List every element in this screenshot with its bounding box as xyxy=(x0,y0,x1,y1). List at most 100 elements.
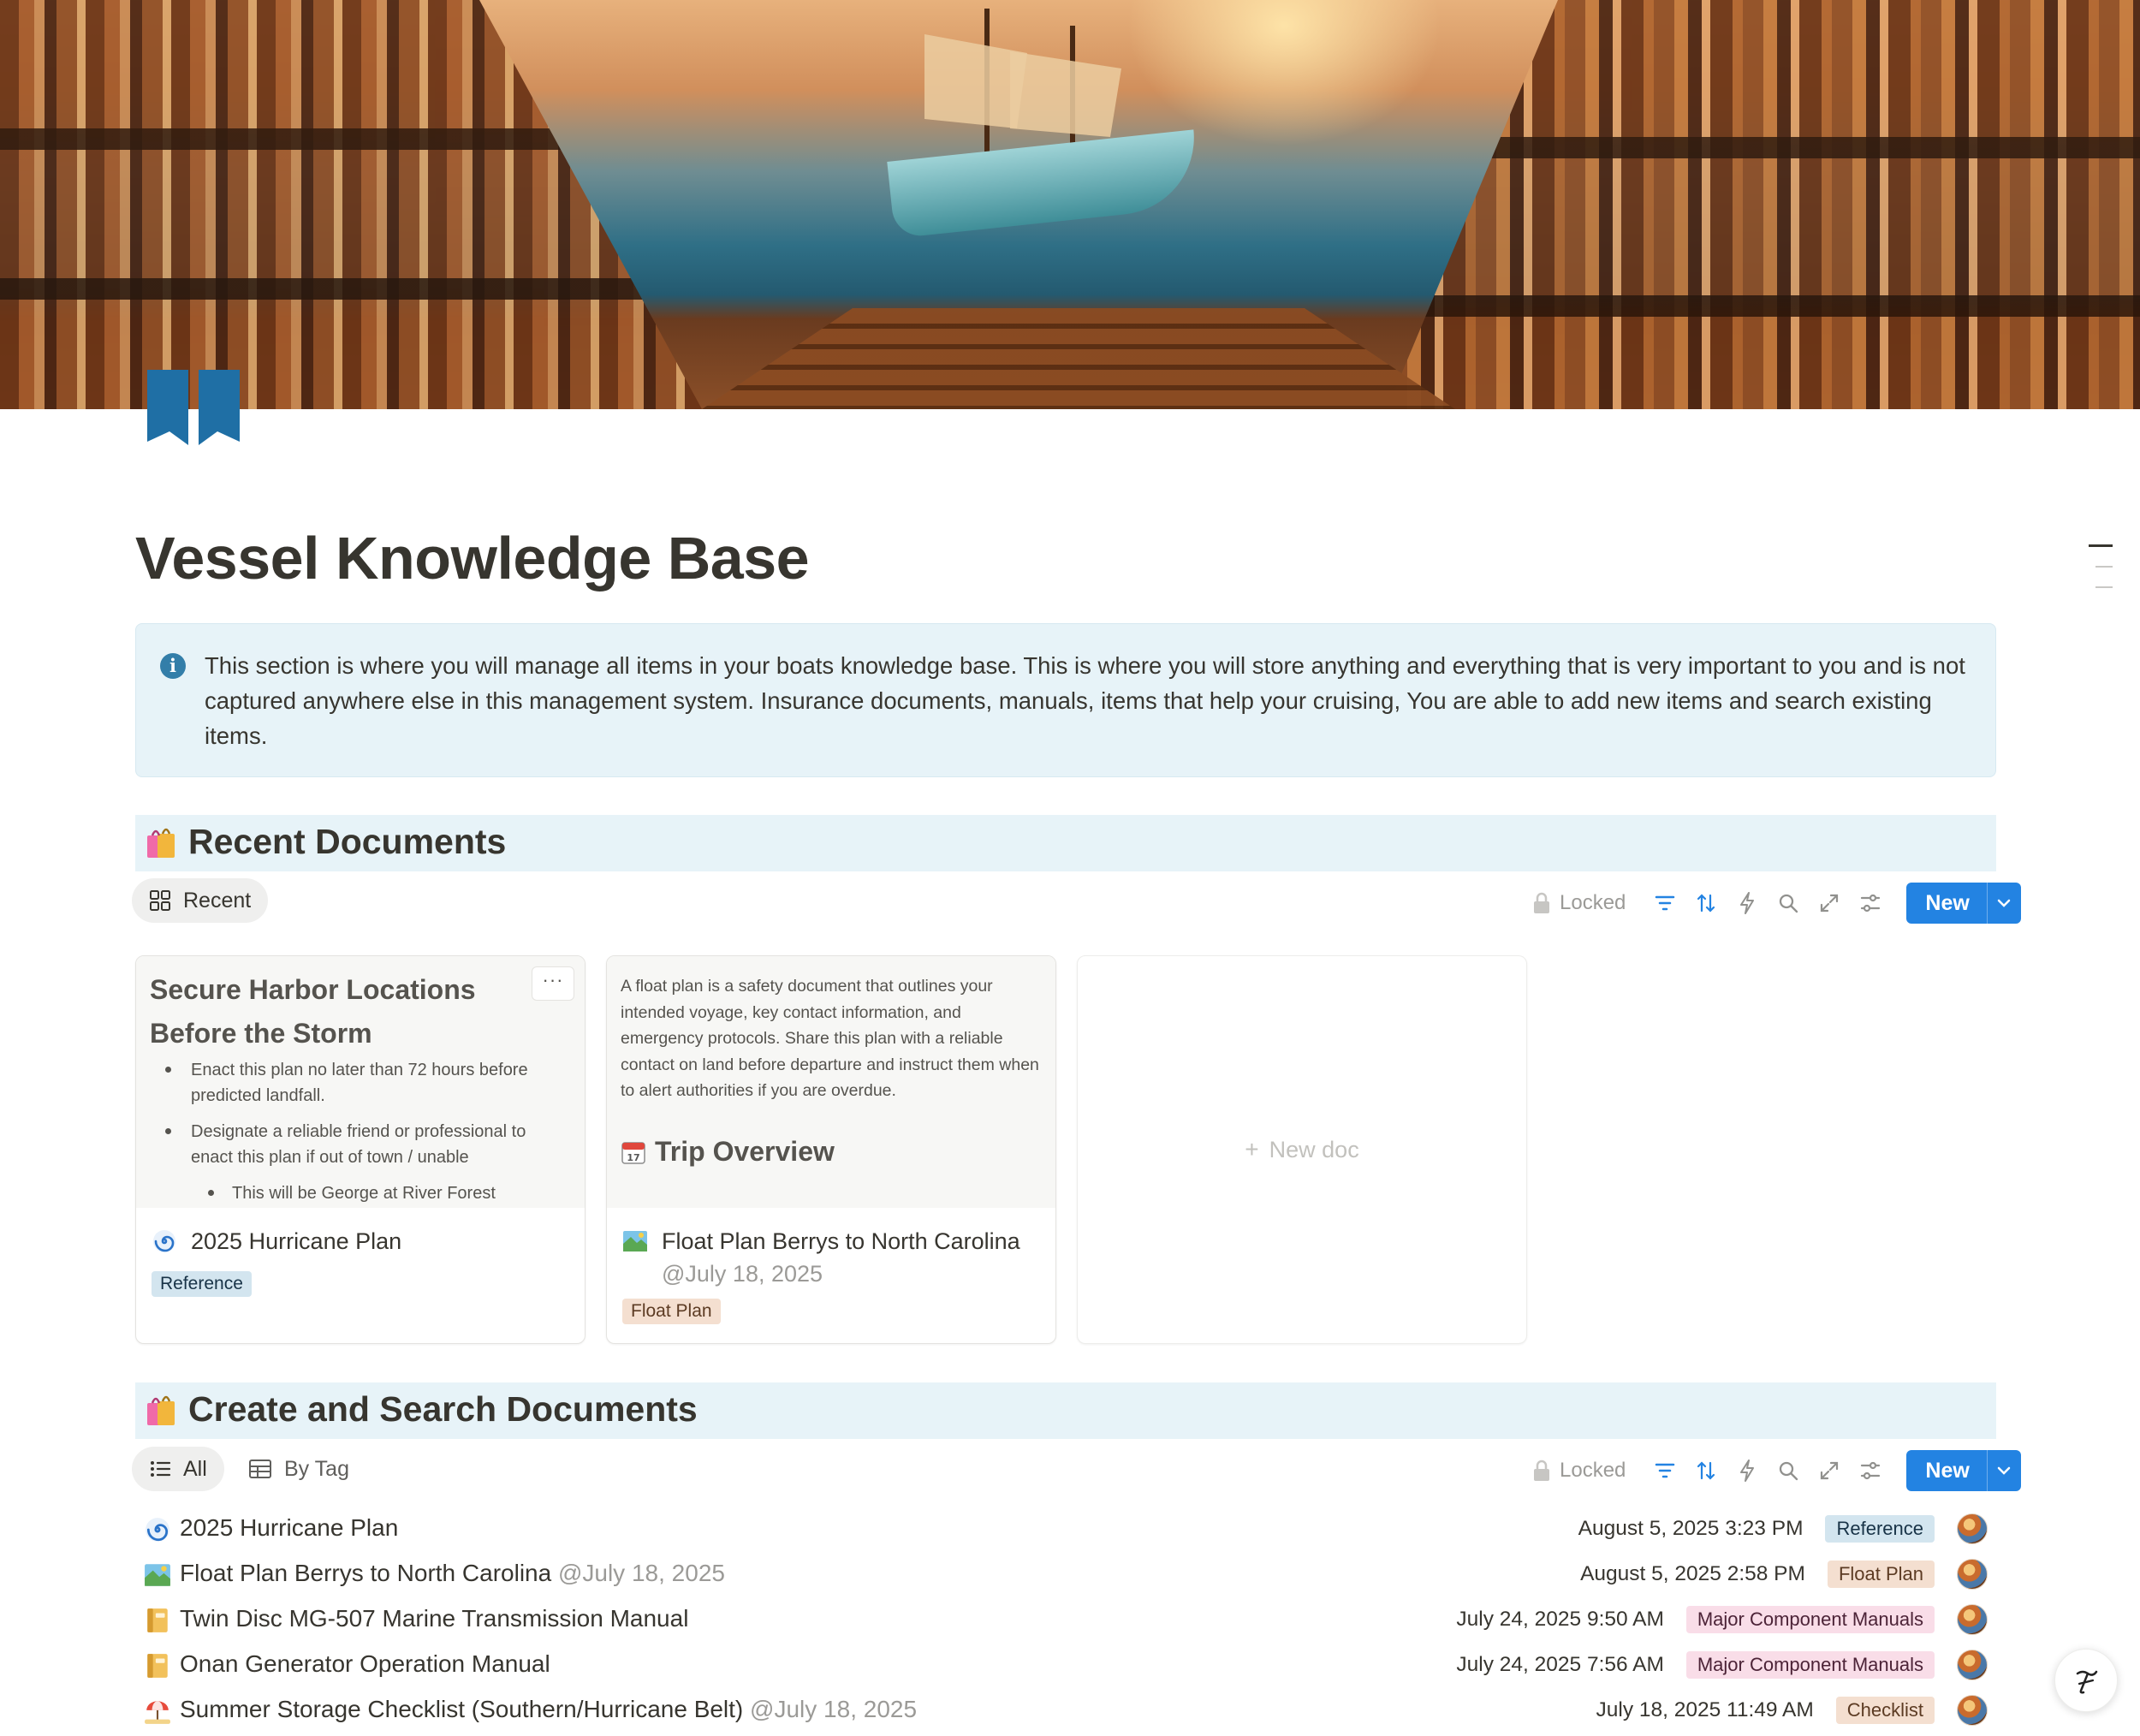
card-title-text: 2025 Hurricane Plan xyxy=(191,1228,402,1254)
list-item[interactable]: 2025 Hurricane Plan August 5, 2025 3:23 … xyxy=(135,1507,1996,1551)
item-title: Summer Storage Checklist (Southern/Hurri… xyxy=(180,1696,744,1722)
sort-icon[interactable] xyxy=(1685,883,1727,924)
shopping-bags-icon xyxy=(147,828,175,858)
cover-dock xyxy=(702,308,1455,409)
card-preview: A float plan is a safety document that o… xyxy=(607,956,1055,1208)
sort-icon[interactable] xyxy=(1685,1450,1727,1491)
database-toolbar: Locked New xyxy=(1532,1450,2021,1491)
lock-icon xyxy=(1534,1460,1549,1481)
preview-bullet: Designate a reliable friend or professio… xyxy=(150,1119,569,1170)
tab-recent[interactable]: Recent xyxy=(132,878,269,923)
preview-heading: 17 Trip Overview xyxy=(621,1136,835,1168)
tag-badge: Float Plan xyxy=(622,1299,721,1324)
card-title[interactable]: Float Plan Berrys to North Carolina @July… xyxy=(622,1225,1042,1290)
avatar[interactable] xyxy=(1957,1559,1988,1590)
list-item[interactable]: Float Plan Berrys to North Carolina @Jul… xyxy=(135,1552,1996,1596)
avatar[interactable] xyxy=(1957,1604,1988,1635)
cover-bookshelf-left xyxy=(0,0,702,409)
notebook-icon xyxy=(147,1654,168,1678)
list-item[interactable]: Onan Generator Operation Manual July 24,… xyxy=(135,1643,1996,1687)
gallery-icon xyxy=(150,890,170,911)
new-button[interactable]: New xyxy=(1906,883,2021,924)
list-item[interactable]: Twin Disc MG-507 Marine Transmission Man… xyxy=(135,1597,1996,1642)
notebook-icon xyxy=(147,1608,168,1632)
expand-icon[interactable] xyxy=(1809,883,1850,924)
cover-bookshelf-right xyxy=(1387,0,2140,409)
book-icon[interactable] xyxy=(147,370,240,445)
tag-badge: Major Component Manuals xyxy=(1685,1606,1935,1633)
new-doc-button[interactable]: + New doc xyxy=(1078,956,1526,1343)
preview-heading: Secure Harbor Locations Before the Storm xyxy=(150,974,476,1049)
search-icon[interactable] xyxy=(1768,1450,1809,1491)
card-title[interactable]: 2025 Hurricane Plan xyxy=(152,1225,571,1257)
avatar[interactable] xyxy=(1957,1513,1988,1544)
new-button-label: New xyxy=(1925,1458,1970,1483)
settings-sliders-icon[interactable] xyxy=(1850,1450,1891,1491)
map-icon xyxy=(145,1564,170,1586)
tag-badge: Reference xyxy=(152,1271,252,1297)
new-doc-card[interactable]: + New doc xyxy=(1077,955,1527,1344)
tag-badge: Float Plan xyxy=(1827,1561,1935,1588)
recent-documents-heading[interactable]: Recent Documents xyxy=(135,815,1996,871)
page-title[interactable]: Vessel Knowledge Base xyxy=(135,524,810,592)
item-name: Twin Disc MG-507 Marine Transmission Man… xyxy=(180,1605,688,1632)
automation-bolt-icon[interactable] xyxy=(1727,1450,1768,1491)
locked-indicator[interactable]: Locked xyxy=(1532,1459,1626,1483)
list-icon xyxy=(151,1461,171,1477)
item-properties: July 18, 2025 11:49 AM Checklist xyxy=(1596,1692,1988,1728)
locked-label: Locked xyxy=(1560,891,1626,914)
section-title: Recent Documents xyxy=(188,822,507,861)
database-toolbar: Locked New xyxy=(1532,883,2021,924)
expand-icon[interactable] xyxy=(1809,1450,1850,1491)
last-edited-date: July 18, 2025 11:49 AM xyxy=(1596,1698,1814,1721)
date-mention[interactable]: @July 18, 2025 xyxy=(558,1560,725,1586)
list-item[interactable]: Summer Storage Checklist (Southern/Hurri… xyxy=(135,1688,1996,1733)
new-button[interactable]: New xyxy=(1906,1450,2021,1491)
last-edited-date: July 24, 2025 7:56 AM xyxy=(1456,1653,1664,1676)
help-button[interactable] xyxy=(2054,1649,2118,1712)
cover-sail xyxy=(1010,51,1121,137)
callout-text[interactable]: This section is where you will manage al… xyxy=(205,648,1968,753)
item-name: Float Plan Berrys to North Carolina @Jul… xyxy=(180,1560,725,1587)
preview-heading-text: Trip Overview xyxy=(655,1136,835,1167)
create-search-heading[interactable]: Create and Search Documents xyxy=(135,1382,1996,1439)
new-doc-label: New doc xyxy=(1269,1136,1359,1162)
chevron-down-icon[interactable] xyxy=(1986,1450,2021,1491)
shopping-bags-icon xyxy=(147,1395,175,1425)
gallery-card[interactable]: A float plan is a safety document that o… xyxy=(606,955,1056,1344)
tab-by-tag[interactable]: By Tag xyxy=(248,1447,349,1491)
avatar[interactable] xyxy=(1957,1650,1988,1680)
tag-badge: Major Component Manuals xyxy=(1685,1651,1935,1679)
locked-indicator[interactable]: Locked xyxy=(1532,891,1626,915)
more-options-button[interactable]: ··· xyxy=(532,966,574,1001)
item-properties: August 5, 2025 3:23 PM Reference xyxy=(1578,1511,1988,1547)
cover-ship xyxy=(887,129,1202,239)
preview-text: A float plan is a safety document that o… xyxy=(621,977,1039,1100)
item-title: Onan Generator Operation Manual xyxy=(180,1650,550,1677)
filter-icon[interactable] xyxy=(1644,1450,1685,1491)
chevron-down-icon[interactable] xyxy=(1986,883,2021,924)
section-title: Create and Search Documents xyxy=(188,1389,698,1429)
item-name: Summer Storage Checklist (Southern/Hurri… xyxy=(180,1696,917,1723)
tab-all[interactable]: All xyxy=(132,1447,224,1491)
settings-sliders-icon[interactable] xyxy=(1850,883,1891,924)
automation-bolt-icon[interactable] xyxy=(1727,883,1768,924)
info-icon: i xyxy=(160,653,186,679)
date-mention[interactable]: @July 18, 2025 xyxy=(750,1696,917,1722)
gallery-card[interactable]: Secure Harbor Locations Before the Storm… xyxy=(135,955,586,1344)
preview-list: Enact this plan no later than 72 hours b… xyxy=(150,1057,569,1208)
preview-subbullet: This will be George at River Forest xyxy=(150,1180,569,1206)
avatar[interactable] xyxy=(1957,1695,1988,1726)
filter-icon[interactable] xyxy=(1644,883,1685,924)
date-mention[interactable]: @July 18, 2025 xyxy=(662,1261,823,1287)
calendar-icon: 17 xyxy=(621,1141,645,1164)
table-of-contents-indicator[interactable] xyxy=(2089,544,2113,607)
last-edited-date: August 5, 2025 3:23 PM xyxy=(1578,1517,1804,1540)
tab-label: All xyxy=(183,1456,207,1481)
search-icon[interactable] xyxy=(1768,883,1809,924)
svg-text:17: 17 xyxy=(627,1152,639,1163)
card-title-text: Float Plan Berrys to North Carolina @July… xyxy=(662,1225,1020,1290)
map-icon xyxy=(623,1231,647,1251)
tag-badge: Checklist xyxy=(1835,1697,1935,1724)
cover-image xyxy=(0,0,2140,409)
